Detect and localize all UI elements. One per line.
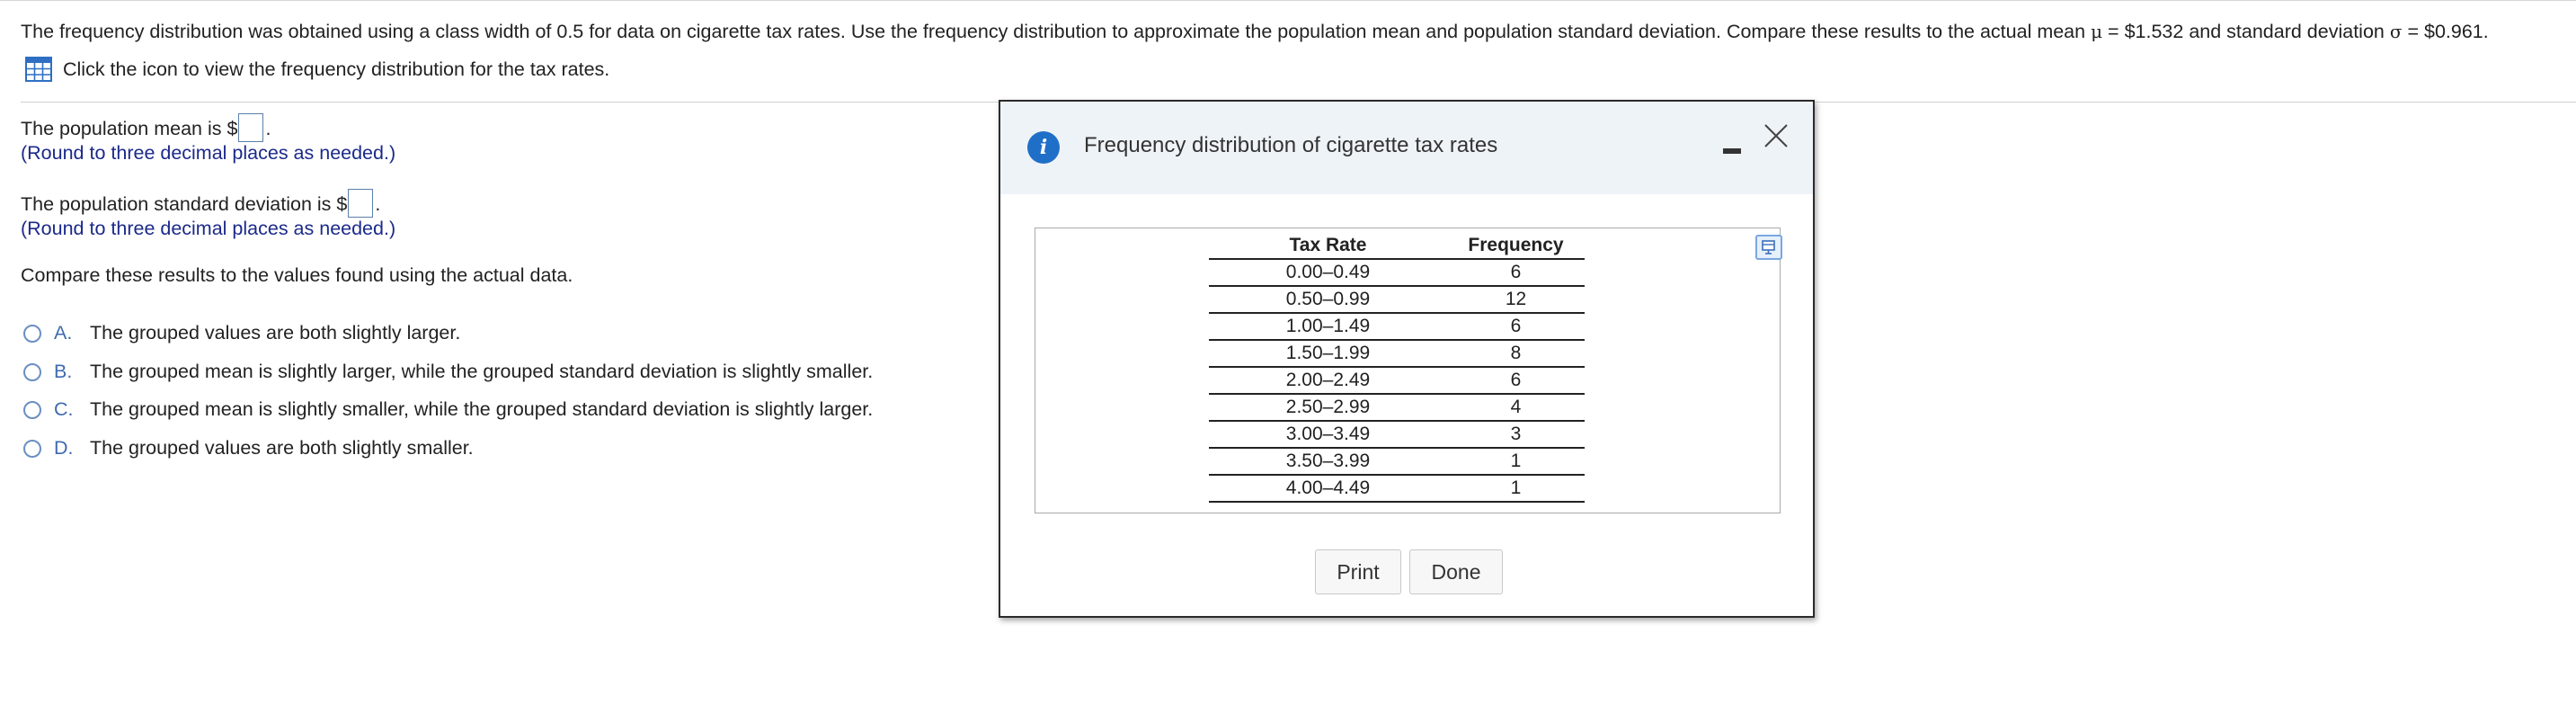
- print-button[interactable]: Print: [1315, 549, 1401, 594]
- sigma-symbol: σ: [2389, 21, 2403, 42]
- option-a[interactable]: A. The grouped values are both slightly …: [23, 322, 460, 344]
- table-row: 3.50–3.99 1: [1209, 449, 1585, 476]
- tax-rate-cell: 1.50–1.99: [1285, 343, 1371, 363]
- tax-rate-cell: 2.00–2.49: [1285, 370, 1371, 390]
- frequency-cell: 1: [1510, 477, 1522, 498]
- mean-prompt-period: .: [265, 118, 271, 139]
- option-text: The grouped values are both slightly sma…: [90, 437, 474, 459]
- question-text: The frequency distribution was obtained …: [21, 19, 2489, 44]
- copy-table-icon[interactable]: [1755, 235, 1782, 260]
- table-row: 0.00–0.49 6: [1209, 260, 1585, 287]
- frequency-cell: 12: [1505, 289, 1527, 309]
- table-row: 4.00–4.49 1: [1209, 476, 1585, 503]
- option-c[interactable]: C. The grouped mean is slightly smaller,…: [23, 398, 873, 421]
- option-letter: C.: [54, 398, 74, 420]
- option-letter: A.: [54, 322, 73, 344]
- tax-rate-cell: 4.00–4.49: [1285, 477, 1371, 498]
- mean-rounding-hint: (Round to three decimal places as needed…: [21, 142, 396, 164]
- sd-answer-input[interactable]: [348, 189, 374, 218]
- mean-question: The population mean is $. (Round to thre…: [21, 113, 395, 165]
- table-row: 1.50–1.99 8: [1209, 341, 1585, 368]
- table-row: 2.00–2.49 6: [1209, 368, 1585, 395]
- radio-button[interactable]: [23, 362, 41, 381]
- dialog-title: Frequency distribution of cigarette tax …: [1084, 133, 1498, 157]
- option-b[interactable]: B. The grouped mean is slightly larger, …: [23, 361, 873, 383]
- tax-rate-cell: 1.00–1.49: [1285, 316, 1371, 336]
- radio-button[interactable]: [23, 439, 41, 458]
- compare-text: Compare these results to the values foun…: [21, 264, 573, 286]
- dialog-header[interactable]: i Frequency distribution of cigarette ta…: [1000, 102, 1813, 194]
- sd-prompt-label: The population standard deviation is $: [21, 193, 348, 215]
- radio-button[interactable]: [23, 400, 41, 419]
- table-grid-icon[interactable]: [25, 57, 52, 82]
- mean-value: = $1.532 and standard deviation: [2102, 21, 2390, 42]
- mean-answer-input[interactable]: [238, 113, 264, 142]
- frequency-table: Tax Rate Frequency 0.00–0.49 6 0.50–0.99 1…: [1209, 228, 1782, 503]
- icon-row-text: Click the icon to view the frequency dis…: [63, 58, 610, 80]
- top-divider: [0, 0, 2576, 1]
- mu-symbol: μ: [2091, 21, 2103, 42]
- sd-value: = $0.961.: [2402, 21, 2489, 42]
- table-row: 2.50–2.99 4: [1209, 395, 1585, 422]
- mean-prompt-label: The population mean is $: [21, 118, 238, 139]
- info-icon: i: [1027, 131, 1060, 164]
- option-letter: B.: [54, 361, 73, 382]
- frequency-cell: 3: [1510, 424, 1522, 444]
- table-row: 0.50–0.99 12: [1209, 287, 1585, 314]
- frequency-cell: 1: [1510, 451, 1522, 471]
- data-icon-row: Click the icon to view the frequency dis…: [25, 56, 609, 83]
- table-header: Tax Rate Frequency: [1209, 228, 1585, 260]
- option-d[interactable]: D. The grouped values are both slightly …: [23, 437, 474, 460]
- sd-question: The population standard deviation is $. …: [21, 189, 395, 240]
- table-row: 1.00–1.49 6: [1209, 314, 1585, 341]
- option-text: The grouped mean is slightly larger, whi…: [90, 361, 874, 382]
- header-frequency: Frequency: [1468, 235, 1564, 255]
- table-frame: Tax Rate Frequency 0.00–0.49 6 0.50–0.99 1…: [1035, 228, 1782, 513]
- frequency-cell: 6: [1510, 370, 1522, 390]
- tax-rate-cell: 3.00–3.49: [1285, 424, 1371, 444]
- tax-rate-cell: 2.50–2.99: [1285, 397, 1371, 417]
- tax-rate-cell: 3.50–3.99: [1285, 451, 1371, 471]
- tax-rate-cell: 0.50–0.99: [1285, 289, 1371, 309]
- frequency-cell: 6: [1510, 262, 1522, 282]
- question-intro: The frequency distribution was obtained …: [21, 21, 2092, 42]
- copy-glyph-icon: [1762, 240, 1775, 254]
- option-letter: D.: [54, 437, 74, 459]
- frequency-dialog: i Frequency distribution of cigarette ta…: [999, 100, 1815, 618]
- option-text: The grouped mean is slightly smaller, wh…: [90, 398, 874, 420]
- radio-button[interactable]: [23, 324, 41, 343]
- frequency-cell: 6: [1510, 316, 1522, 336]
- header-tax-rate: Tax Rate: [1289, 235, 1367, 255]
- minimize-icon[interactable]: [1720, 138, 1744, 161]
- done-button[interactable]: Done: [1409, 549, 1503, 594]
- table-row: 3.00–3.49 3: [1209, 422, 1585, 449]
- frequency-cell: 4: [1510, 397, 1522, 417]
- sd-prompt-period: .: [375, 193, 381, 215]
- tax-rate-cell: 0.00–0.49: [1285, 262, 1371, 282]
- option-text: The grouped values are both slightly lar…: [90, 322, 461, 344]
- close-icon[interactable]: [1760, 120, 1792, 152]
- frequency-cell: 8: [1510, 343, 1522, 363]
- sd-rounding-hint: (Round to three decimal places as needed…: [21, 218, 396, 239]
